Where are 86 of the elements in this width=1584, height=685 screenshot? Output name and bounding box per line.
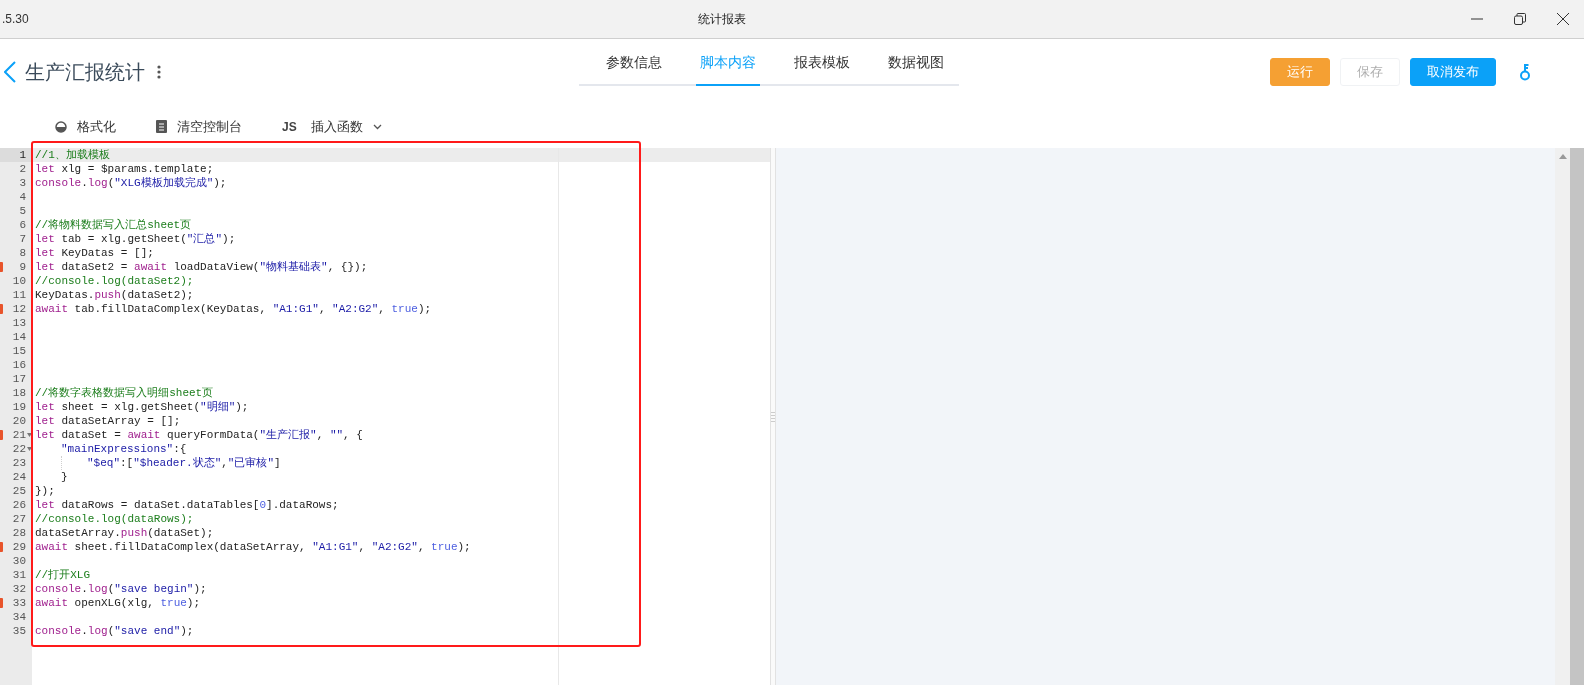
code-line: let dataSet = await queryFormData("生产汇报", "", { [35,428,363,442]
line-number: 33 [12,596,26,610]
line-number: 29 [12,540,26,554]
line-number: 9 [19,260,26,274]
line-number: 22 [12,442,26,456]
back-chevron-icon[interactable] [4,61,16,83]
line-number: 31 [12,568,26,582]
line-number: 30 [12,554,26,568]
code-line: //将物料数据写入汇总sheet页 [35,218,192,232]
scrollbar[interactable] [1555,148,1570,685]
code-line: //打开XLG [35,568,90,582]
line-number: 3 [19,176,26,190]
restore-icon[interactable] [1514,13,1526,25]
scroll-up-icon[interactable] [1558,154,1567,159]
window-scrollbar[interactable] [1570,148,1584,685]
code-line: let dataSet2 = await loadDataView("物料基础表", {}); [35,260,368,274]
tab[interactable]: 数据视图 [884,40,948,86]
fold-caret-icon[interactable] [27,433,32,437]
line-number: 8 [19,246,26,260]
page-title: 生产汇报统计 [25,60,145,85]
line-number: 15 [12,344,26,358]
code-line: await openXLG(xlg, true); [35,596,201,610]
splitter-handle[interactable] [770,148,776,685]
code-line: } [61,470,68,484]
code-line: //1、加载模板 [35,148,110,162]
line-number: 26 [12,498,26,512]
format-button[interactable]: 格式化 [55,116,116,137]
line-number: 5 [19,204,26,218]
clear-console-button[interactable]: 清空控制台 [156,116,242,137]
line-number: 10 [12,274,26,288]
code-line: KeyDatas.push(dataSet2); [35,288,194,302]
code-line: "$eq":["$header.状态","已审核"] [87,456,281,470]
line-number: 17 [12,372,26,386]
key-icon[interactable] [1519,63,1531,81]
line-number: 14 [12,330,26,344]
line-number: 20 [12,414,26,428]
window-title: 统计报表 [698,11,746,28]
line-number: 11 [12,288,26,302]
line-number: 32 [12,582,26,596]
line-number: 4 [19,190,26,204]
code-line: await tab.fillDataComplex(KeyDatas, "A1:G1", "A2:G2", true); [35,302,432,316]
line-number: 35 [12,624,26,638]
code-line: "mainExpressions":{ [61,442,187,456]
code-line: dataSetArray.push(dataSet); [35,526,214,540]
line-number: 7 [19,232,26,246]
code-line: let tab = xlg.getSheet("汇总"); [35,232,236,246]
code-line: let dataRows = dataSet.dataTables[0].dataRows; [35,498,339,512]
chevron-down-icon [372,123,382,130]
line-number: 13 [12,316,26,330]
line-number: 34 [12,610,26,624]
code-line: let xlg = $params.template; [35,162,214,176]
code-line: console.log("XLG模板加载完成"); [35,176,227,190]
line-number: 23 [12,456,26,470]
insert-function-button[interactable]: JS 插入函数 [282,116,382,137]
code-line: //console.log(dataSet2); [35,274,194,288]
line-number: 6 [19,218,26,232]
line-number: 21 [12,428,26,442]
line-number: 27 [12,512,26,526]
tab[interactable]: 参数信息 [602,40,666,86]
version-label: .5.30 [2,11,29,28]
code-editor[interactable] [0,148,770,685]
code-line: await sheet.fillDataComplex(dataSetArray, "A1:G1", "A2:G2", true); [35,540,471,554]
line-number: 1 [19,148,26,162]
code-line: //console.log(dataRows); [35,512,194,526]
line-number: 28 [12,526,26,540]
line-number: 16 [12,358,26,372]
code-line: console.log("save end"); [35,624,194,638]
tab[interactable]: 报表模板 [790,40,854,86]
code-line: let KeyDatas = []; [35,246,154,260]
document-icon [156,120,167,133]
line-number: 24 [12,470,26,484]
code-line: }); [35,484,55,498]
code-line: //将数字表格数据写入明细sheet页 [35,386,214,400]
line-number: 18 [12,386,26,400]
more-vertical-icon[interactable] [157,65,161,79]
code-line: let sheet = xlg.getSheet("明细"); [35,400,249,414]
fold-caret-icon[interactable] [27,447,32,451]
close-icon[interactable] [1557,13,1569,25]
line-number: 19 [12,400,26,414]
js-label: JS [282,118,297,136]
line-number: 2 [19,162,26,176]
line-number: 12 [12,302,26,316]
code-line: console.log("save begin"); [35,582,207,596]
half-circle-icon [55,120,67,133]
line-number: 25 [12,484,26,498]
code-line: let dataSetArray = []; [35,414,181,428]
